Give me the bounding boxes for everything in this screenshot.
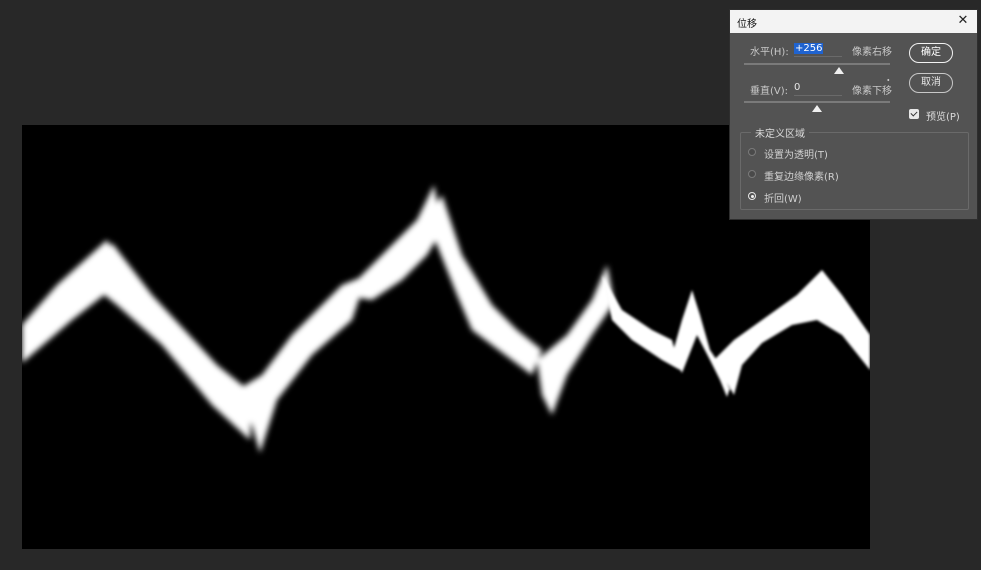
vertical-slider-thumb[interactable] — [812, 105, 822, 112]
radio-wrap-around[interactable] — [748, 192, 756, 200]
vertical-unit: 像素下移 — [852, 86, 892, 97]
close-icon[interactable]: ✕ — [955, 12, 971, 30]
radio-repeat-edge-label: 重复边缘像素(R) — [764, 172, 839, 183]
vertical-label: 垂直(V): — [750, 86, 789, 97]
radio-transparent-label: 设置为透明(T) — [764, 150, 828, 161]
vertical-slider-track[interactable] — [744, 101, 890, 103]
vertical-value: 0 — [794, 82, 801, 93]
horizontal-input[interactable]: +256 — [794, 42, 842, 57]
dialog-title: 位移 — [737, 19, 757, 30]
radio-repeat-edge[interactable] — [748, 170, 756, 178]
vertical-input[interactable]: 0 — [794, 81, 842, 96]
radio-transparent[interactable] — [748, 148, 756, 156]
cancel-button[interactable]: 取消 — [909, 73, 953, 93]
undefined-area-title: 未定义区域 — [751, 125, 809, 140]
preview-label: 预览(P) — [926, 112, 960, 123]
horizontal-value: +256 — [794, 43, 824, 54]
preview-checkbox[interactable] — [909, 109, 919, 119]
dialog-titlebar[interactable]: 位移 ✕ — [730, 10, 977, 33]
horizontal-unit: 像素右移 — [852, 47, 892, 58]
horizontal-label: 水平(H): — [750, 47, 789, 58]
ok-button[interactable]: 确定 — [909, 43, 953, 63]
horizontal-slider-track[interactable] — [744, 63, 890, 65]
radio-wrap-around-label: 折回(W) — [764, 194, 802, 205]
offset-dialog: 位移 ✕ 水平(H): +256 像素右移 ⬩ 垂直(V): 0 像素下移 确定… — [729, 9, 978, 220]
horizontal-slider-thumb[interactable] — [833, 67, 844, 74]
